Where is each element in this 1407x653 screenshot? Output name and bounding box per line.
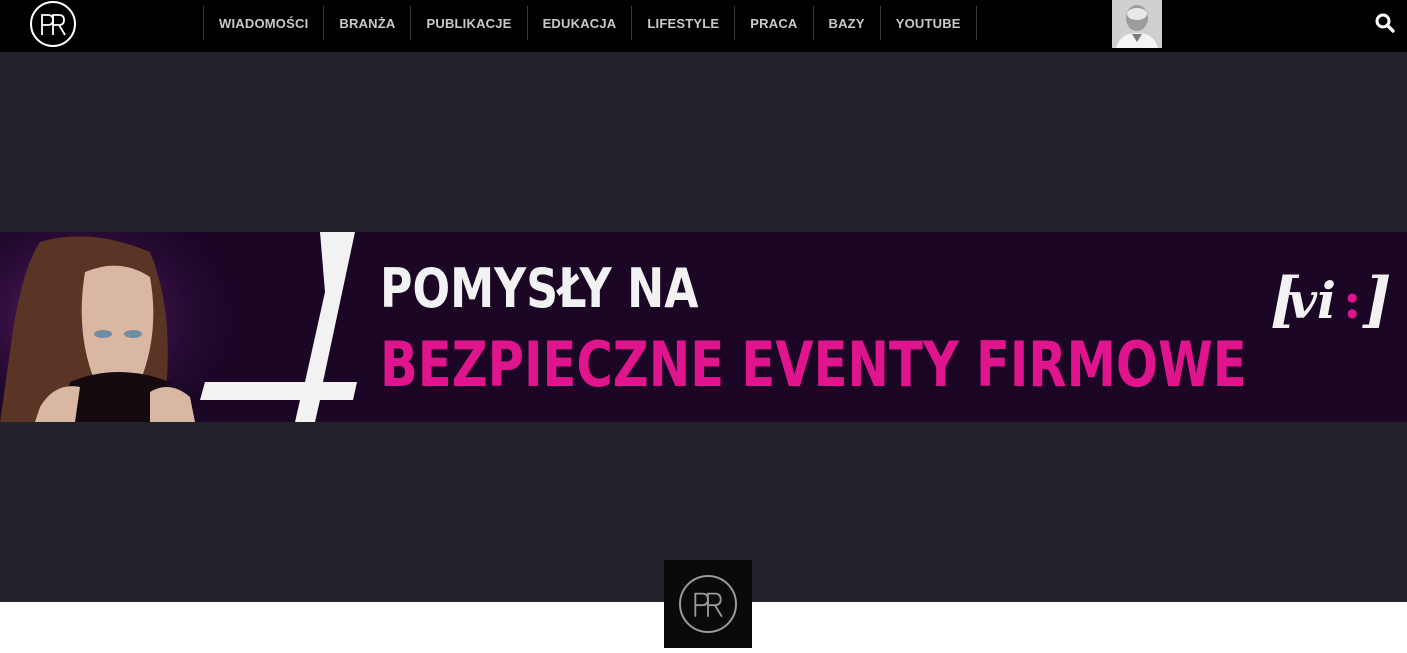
- nav-item-label: BRANŻA: [339, 15, 396, 31]
- nav-item-label: LIFESTYLE: [647, 15, 720, 31]
- svg-text:]: ]: [1362, 265, 1391, 335]
- nav-item-bazy[interactable]: BAZY: [814, 6, 881, 40]
- nav-item-edukacja[interactable]: EDUKACJA: [528, 6, 633, 40]
- search-icon[interactable]: [1374, 12, 1396, 34]
- pr-logo-mark: [41, 14, 66, 36]
- banner-title-line2: BEZPIECZNE EVENTY FIRMOWE: [380, 328, 1247, 401]
- avatar-photo: [1112, 0, 1162, 48]
- user-avatar[interactable]: [1112, 0, 1162, 48]
- pr-logo-icon[interactable]: [30, 1, 76, 47]
- nav-item-youtube[interactable]: YOUTUBE: [881, 6, 977, 40]
- nav-item-praca[interactable]: PRACA: [735, 6, 814, 40]
- vi-brand-logo: [ vi : ]: [1268, 262, 1393, 336]
- top-navigation-bar: WIADOMOŚCI BRANŻA PUBLIKACJE EDUKACJA LI…: [0, 0, 1407, 52]
- nav-item-label: BAZY: [828, 15, 865, 31]
- nav-item-label: PUBLIKACJE: [426, 15, 512, 31]
- nav-item-publikacje[interactable]: PUBLIKACJE: [411, 6, 528, 40]
- main-nav: WIADOMOŚCI BRANŻA PUBLIKACJE EDUKACJA LI…: [203, 6, 977, 40]
- banner-title-line1: POMYSŁY NA: [380, 257, 699, 320]
- nav-item-lifestyle[interactable]: LIFESTYLE: [632, 6, 736, 40]
- nav-item-label: YOUTUBE: [895, 15, 961, 31]
- search-glyph: [1375, 13, 1395, 33]
- nav-item-branza[interactable]: BRANŻA: [324, 6, 412, 40]
- nav-item-label: EDUKACJA: [542, 15, 617, 31]
- footer-logo-box[interactable]: [664, 560, 752, 648]
- svg-text:vi: vi: [1288, 271, 1336, 330]
- svg-text::: :: [1343, 271, 1361, 330]
- pr-logo-icon: [679, 575, 737, 633]
- nav-item-label: PRACA: [750, 15, 798, 31]
- banner-number-4: 4: [200, 232, 357, 422]
- nav-item-wiadomosci[interactable]: WIADOMOŚCI: [204, 6, 325, 40]
- pr-logo-mark: [694, 592, 723, 618]
- vi-logo-mark: [ vi : ]: [1270, 265, 1391, 335]
- nav-item-label: WIADOMOŚCI: [219, 15, 309, 31]
